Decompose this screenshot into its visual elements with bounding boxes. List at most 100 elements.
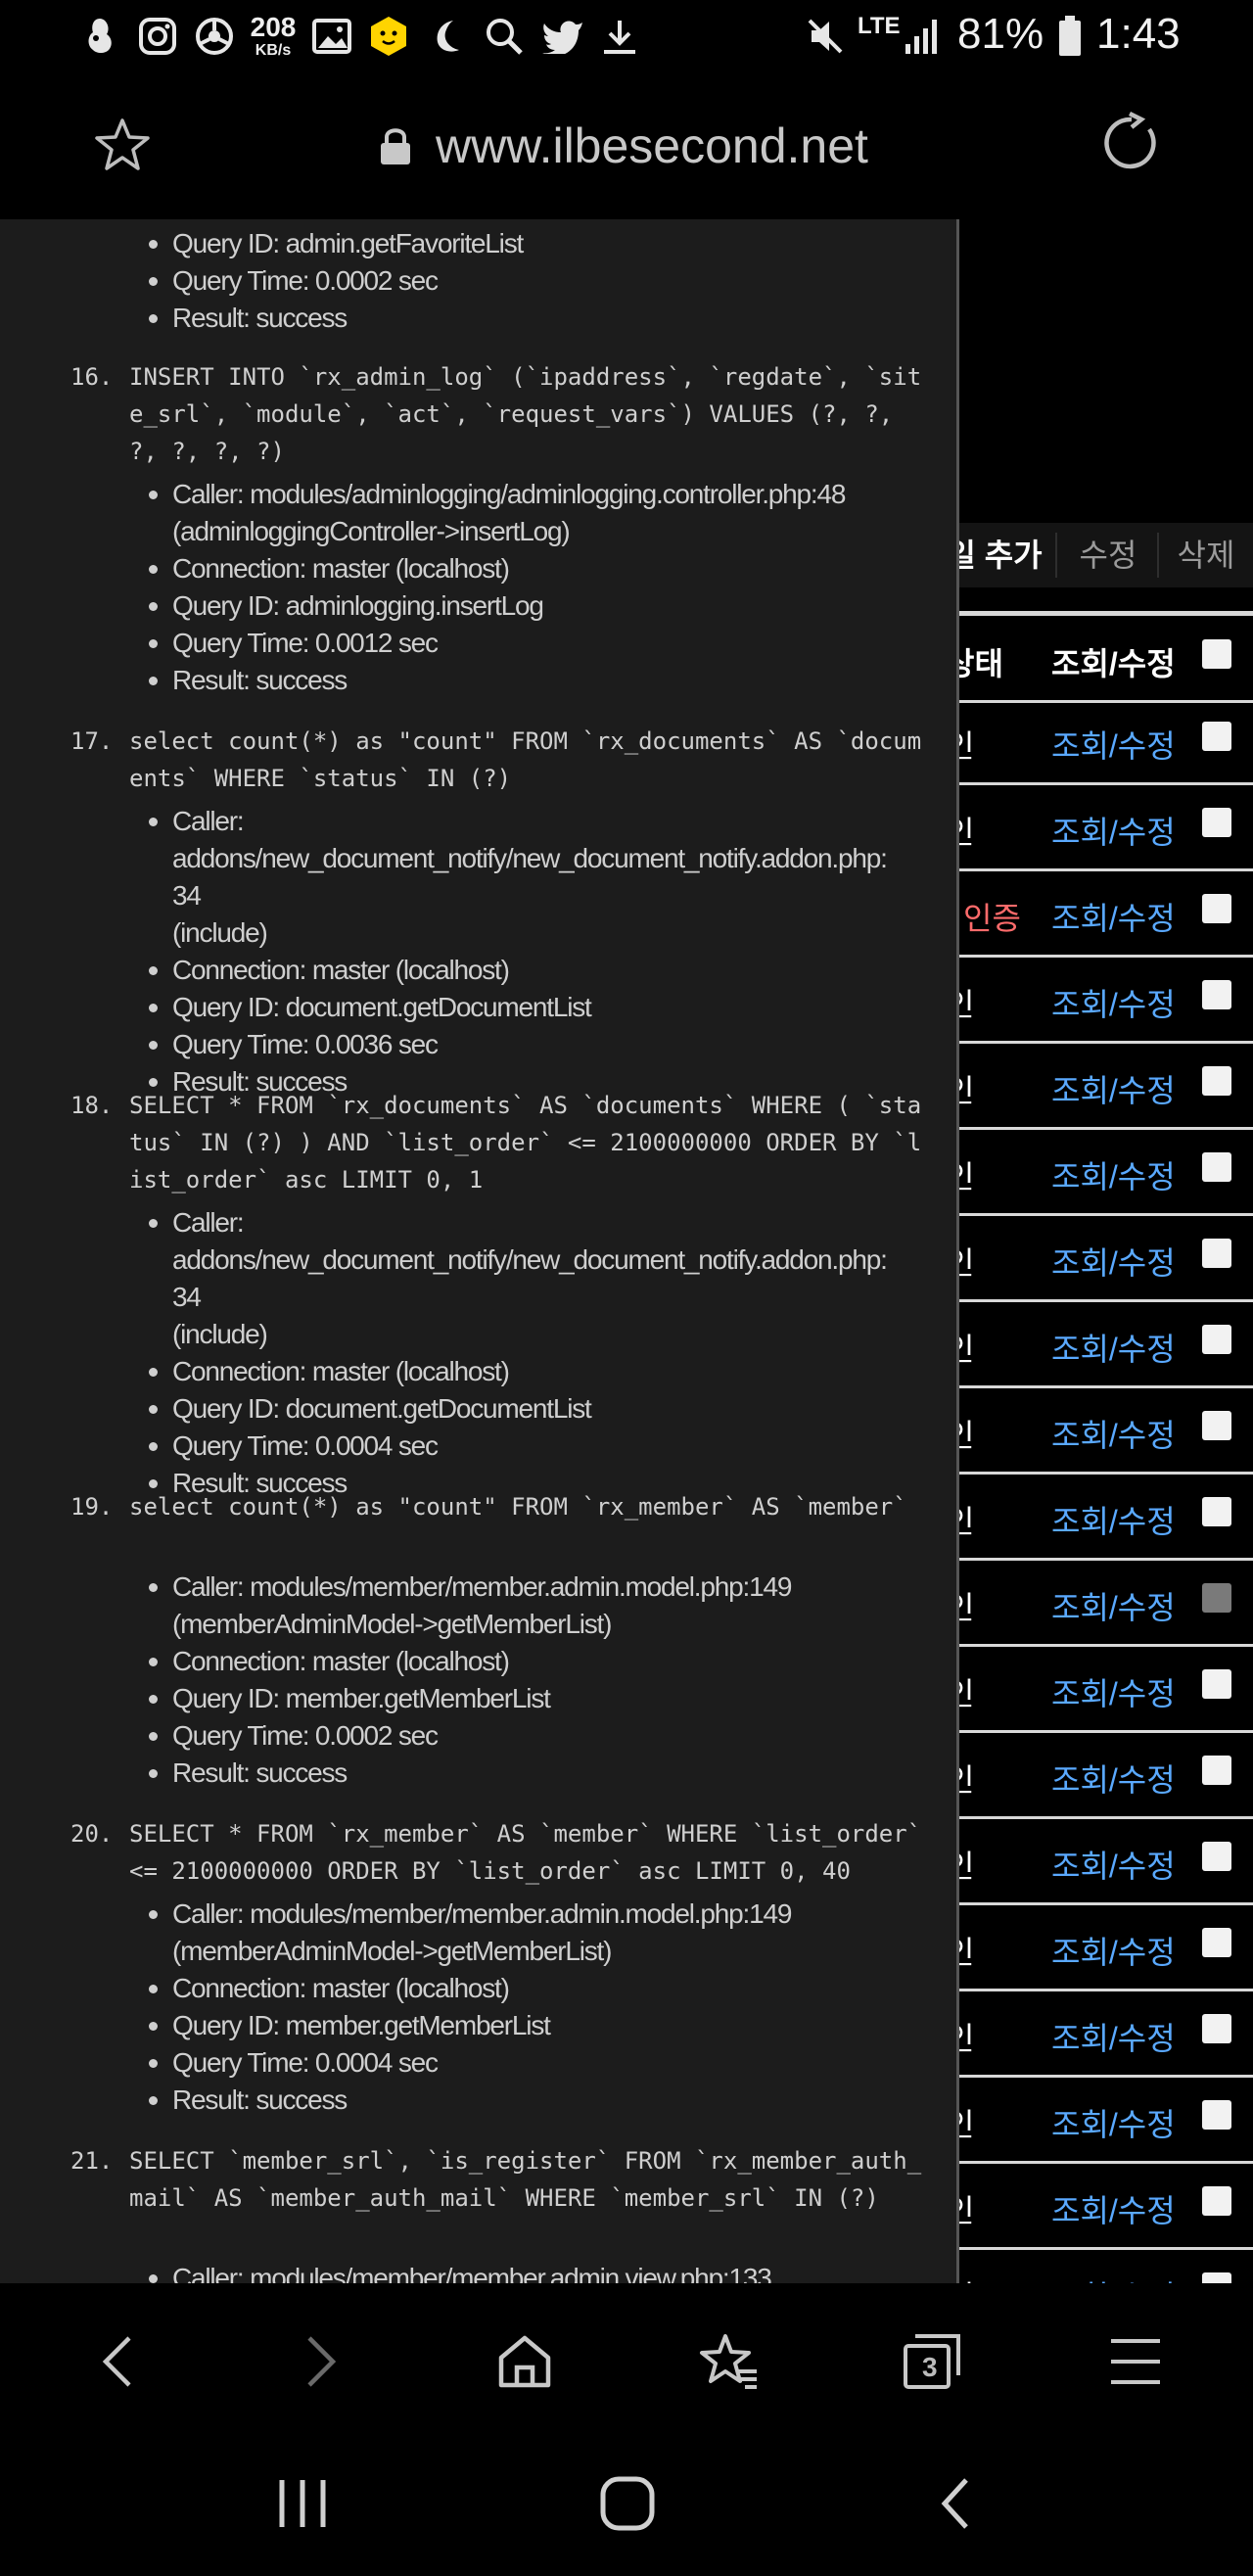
query-sql: select count(*) as "count" FROM `rx_memb… — [129, 1493, 907, 1521]
query-time: Query Time: 0.0004 sec — [149, 2044, 936, 2082]
table-row: 인 조회/수정 — [959, 1129, 1253, 1216]
row-view-edit-link[interactable]: 조회/수정 — [1051, 1152, 1176, 1197]
row-checkbox[interactable] — [1202, 1928, 1231, 1957]
row-checkbox[interactable] — [1202, 2186, 1231, 2216]
query-number: 20. — [70, 1820, 114, 1848]
query-number: 21. — [70, 2147, 114, 2175]
row-checkbox[interactable] — [1202, 1152, 1231, 1182]
query-caller-fn: (memberAdminModel->getMemberList) — [172, 1609, 612, 1639]
query-result: Result: success — [149, 662, 936, 699]
query-connection: Connection: master (localhost) — [149, 1353, 936, 1390]
row-checkbox[interactable] — [1202, 1239, 1231, 1268]
row-view-edit-link[interactable]: 조회/수정 — [1051, 1497, 1176, 1542]
row-view-edit-link[interactable]: 조회/수정 — [1051, 1842, 1176, 1887]
row-checkbox[interactable] — [1202, 1756, 1231, 1785]
row-view-edit-link[interactable]: 조회/수정 — [1051, 1239, 1176, 1284]
row-view-edit-link[interactable]: 조회/수정 — [1051, 1756, 1176, 1801]
row-status: 인 — [959, 2021, 975, 2056]
row-view-edit-link[interactable]: 조회/수정 — [1051, 722, 1176, 767]
row-view-edit-link[interactable]: 조회/수정 — [1051, 980, 1176, 1025]
row-view-edit-link[interactable]: 조회/수정 — [1051, 2272, 1176, 2283]
query-time: Query Time: 0.0036 sec — [149, 1026, 936, 1063]
row-view-edit-link[interactable]: 조회/수정 — [1051, 2100, 1176, 2145]
query-sql: SELECT * FROM `rx_member` AS `member` WH… — [129, 1820, 936, 1885]
row-checkbox[interactable] — [1202, 808, 1231, 837]
query-result: Result: success — [149, 300, 936, 337]
query-details: Query ID: admin.getFavoriteList Query Ti… — [149, 225, 936, 337]
forward-icon[interactable] — [282, 2322, 360, 2401]
row-view-edit-link[interactable]: 조회/수정 — [1051, 1669, 1176, 1714]
row-checkbox[interactable] — [1202, 722, 1231, 751]
query-details: Caller: modules/member/member.admin.mode… — [149, 1896, 936, 2119]
row-view-edit-link[interactable]: 조회/수정 — [1051, 808, 1176, 853]
row-checkbox[interactable] — [1202, 1583, 1231, 1613]
net-speed-unit: KB/s — [255, 42, 292, 59]
recents-icon[interactable] — [258, 2459, 347, 2548]
url-text[interactable]: www.ilbesecond.net — [436, 117, 868, 174]
tabs-icon[interactable]: 3 — [893, 2322, 971, 2401]
tab-add[interactable]: 일 추가 — [959, 523, 1044, 587]
battery-icon — [1055, 14, 1085, 59]
query-debug-panel[interactable]: Query ID: admin.getFavoriteList Query Ti… — [0, 219, 959, 2283]
row-checkbox[interactable] — [1202, 1669, 1231, 1699]
bookmark-star-icon[interactable] — [94, 117, 151, 177]
query-sql: SELECT * FROM `rx_documents` AS `documen… — [129, 1092, 922, 1194]
row-view-edit-link[interactable]: 조회/수정 — [1051, 2186, 1176, 2231]
row-view-edit-link[interactable]: 조회/수정 — [1051, 1411, 1176, 1456]
home-button-icon[interactable] — [583, 2459, 672, 2548]
row-status: 인증 — [963, 901, 1021, 936]
query-number: 19. — [70, 1493, 114, 1521]
table-row: 인 조회/수정 — [959, 1560, 1253, 1647]
image-icon — [309, 14, 354, 59]
query-result: Result: success — [149, 1755, 936, 1792]
query-id: Query ID: adminlogging.insertLog — [149, 587, 936, 625]
query-caller-fn: (adminloggingController->insertLog) — [172, 516, 571, 546]
query-caller-fn: (include) — [172, 1319, 268, 1349]
row-checkbox[interactable] — [1202, 2100, 1231, 2130]
reload-icon[interactable] — [1100, 111, 1163, 179]
tab-edit[interactable]: 수정 — [1059, 523, 1157, 587]
row-status: 인 — [959, 2272, 974, 2283]
table-row: 인 조회/수정 — [959, 1301, 1253, 1388]
back-icon[interactable] — [78, 2322, 157, 2401]
query-details: Caller: modules/member/member.admin.view… — [149, 2260, 936, 2283]
menu-icon[interactable] — [1096, 2322, 1175, 2401]
row-checkbox[interactable] — [1202, 894, 1231, 923]
back-nav-icon[interactable] — [910, 2459, 998, 2548]
row-checkbox[interactable] — [1202, 980, 1231, 1009]
chrome-icon — [192, 14, 237, 59]
select-all-checkbox[interactable] — [1202, 639, 1231, 669]
row-view-edit-link[interactable]: 조회/수정 — [1051, 2014, 1176, 2059]
row-view-edit-link[interactable]: 조회/수정 — [1051, 1583, 1176, 1628]
table-row: 인 조회/수정 — [959, 2077, 1253, 2164]
row-checkbox[interactable] — [1202, 1066, 1231, 1096]
table-row: 인 조회/수정 — [959, 1991, 1253, 2078]
row-status: 인 — [959, 1849, 975, 1884]
instagram-icon — [135, 14, 180, 59]
row-view-edit-link[interactable]: 조회/수정 — [1051, 894, 1176, 939]
table-row: 인 조회/수정 — [959, 1387, 1253, 1475]
home-icon[interactable] — [486, 2322, 564, 2401]
status-bar: 208 KB/s LTE 81% 1:43 — [0, 0, 1253, 74]
query-id: Query ID: admin.getFavoriteList — [149, 225, 936, 262]
row-checkbox[interactable] — [1202, 1325, 1231, 1354]
row-checkbox[interactable] — [1202, 2272, 1231, 2283]
query-sql: INSERT INTO `rx_admin_log` (`ipaddress`,… — [129, 363, 922, 465]
header-status: 상태 — [959, 646, 1003, 681]
table-action-tabs: 일 추가 수정 삭제 — [959, 523, 1253, 587]
table-row: 인 조회/수정 — [959, 1818, 1253, 1905]
tab-delete[interactable]: 삭제 — [1159, 523, 1253, 587]
table-row: 인 조회/수정 — [959, 957, 1253, 1044]
row-status: 인 — [959, 1159, 975, 1194]
query-details: Caller: modules/adminlogging/adminloggin… — [149, 476, 936, 699]
bookmarks-icon[interactable] — [689, 2322, 767, 2401]
row-checkbox[interactable] — [1202, 1497, 1231, 1526]
row-checkbox[interactable] — [1202, 1842, 1231, 1871]
row-view-edit-link[interactable]: 조회/수정 — [1051, 1066, 1176, 1111]
net-speed-value: 208 — [250, 12, 297, 42]
row-view-edit-link[interactable]: 조회/수정 — [1051, 1928, 1176, 1973]
query-time: Query Time: 0.0002 sec — [149, 262, 936, 300]
row-checkbox[interactable] — [1202, 1411, 1231, 1440]
row-view-edit-link[interactable]: 조회/수정 — [1051, 1325, 1176, 1370]
row-checkbox[interactable] — [1202, 2014, 1231, 2043]
